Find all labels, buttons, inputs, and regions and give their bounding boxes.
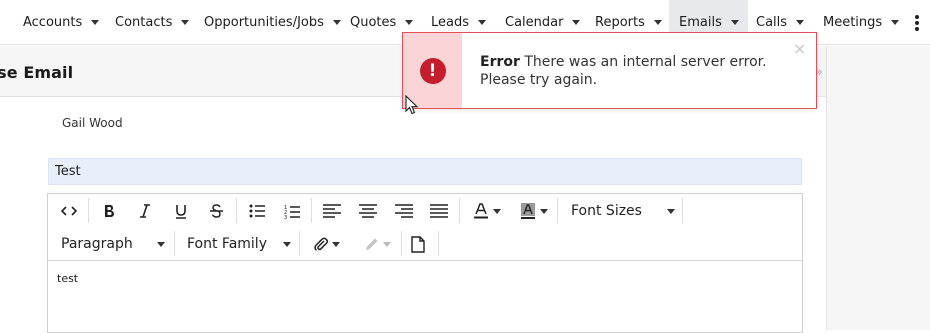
nav-calendar-label: Calendar [505, 15, 564, 30]
chevron-down-icon[interactable] [332, 20, 341, 25]
page-title: ose Email [0, 63, 74, 82]
chevron-down-icon[interactable] [181, 20, 190, 25]
toolbar-row-2: Paragraph Font Family [48, 227, 802, 260]
subject-input[interactable]: Test [48, 158, 802, 185]
toast-body: There was an internal server error. Plea… [480, 54, 767, 88]
nav-leads-label: Leads [431, 15, 470, 30]
toolbar-row-1: 123 Font Sizes [48, 194, 802, 227]
editor-toolbar: 123 Font Sizes Paragraph Font Family [48, 194, 802, 261]
toast-title: Error [480, 54, 520, 70]
chevron-down-icon[interactable] [572, 20, 581, 25]
right-rail [826, 46, 930, 330]
strikethrough-icon[interactable] [203, 199, 229, 223]
toolbar-divider [557, 198, 558, 223]
toolbar-divider [236, 198, 237, 223]
italic-icon[interactable] [132, 199, 158, 223]
font-family-label: Font Family [187, 236, 267, 252]
nav-opportunities-label: Opportunities/Jobs [204, 15, 324, 30]
toolbar-divider [682, 198, 683, 223]
chevron-down-icon[interactable] [891, 20, 900, 25]
nav-meetings[interactable]: Meetings [823, 0, 900, 45]
align-right-icon[interactable] [391, 199, 417, 223]
justify-icon[interactable] [426, 199, 452, 223]
nav-meetings-label: Meetings [823, 15, 883, 30]
underline-icon[interactable] [168, 199, 194, 223]
toolbar-divider [299, 231, 300, 256]
nav-quotes-label: Quotes [350, 15, 397, 30]
mouse-pointer-icon [405, 95, 419, 115]
more-menu-icon[interactable] [913, 15, 921, 31]
numbered-list-icon[interactable]: 123 [279, 199, 305, 223]
toolbar-divider [459, 198, 460, 223]
nav-accounts[interactable]: Accounts [23, 0, 100, 45]
nav-contacts-label: Contacts [115, 15, 173, 30]
toolbar-divider [401, 231, 402, 256]
error-toast: ! Error There was an internal server err… [402, 32, 817, 109]
toolbar-divider [88, 198, 89, 223]
chevron-down-icon[interactable] [91, 20, 100, 25]
chevron-down-icon[interactable] [653, 20, 662, 25]
chevron-down-icon[interactable] [405, 20, 414, 25]
font-color-icon[interactable] [467, 199, 507, 223]
chevron-down-icon[interactable] [796, 20, 805, 25]
email-body-editor: 123 Font Sizes Paragraph Font Family tes… [47, 193, 803, 333]
bullet-list-icon[interactable] [244, 199, 270, 223]
document-icon[interactable] [405, 232, 431, 256]
font-sizes-label: Font Sizes [571, 203, 642, 219]
paragraph-label: Paragraph [61, 236, 133, 252]
recipient-name: Gail Wood [62, 116, 123, 130]
nav-reports-label: Reports [595, 15, 645, 30]
nav-accounts-label: Accounts [23, 15, 83, 30]
align-center-icon[interactable] [355, 199, 381, 223]
toolbar-divider [174, 231, 175, 256]
chevron-down-icon[interactable] [730, 20, 739, 25]
close-icon[interactable]: × [793, 39, 806, 58]
pencil-icon[interactable] [357, 232, 397, 256]
align-left-icon[interactable] [319, 199, 345, 223]
svg-text:3: 3 [284, 215, 287, 219]
toolbar-divider [438, 231, 439, 256]
toolbar-divider [311, 198, 312, 223]
chevron-down-icon[interactable] [478, 20, 487, 25]
toast-message: Error There was an internal server error… [480, 53, 780, 89]
nav-contacts[interactable]: Contacts [115, 0, 190, 45]
paragraph-select[interactable]: Paragraph [61, 232, 165, 256]
highlight-color-icon[interactable] [514, 199, 554, 223]
attach-icon[interactable] [307, 232, 347, 256]
error-icon: ! [419, 57, 446, 84]
nav-opportunities[interactable]: Opportunities/Jobs [204, 0, 341, 45]
nav-emails-label: Emails [679, 15, 722, 30]
bold-icon[interactable] [96, 199, 122, 223]
font-family-select[interactable]: Font Family [187, 232, 291, 256]
email-body-text[interactable]: test [57, 272, 78, 285]
font-sizes-select[interactable]: Font Sizes [571, 199, 675, 223]
nav-calls-label: Calls [756, 15, 788, 30]
code-view-icon[interactable] [56, 199, 82, 223]
